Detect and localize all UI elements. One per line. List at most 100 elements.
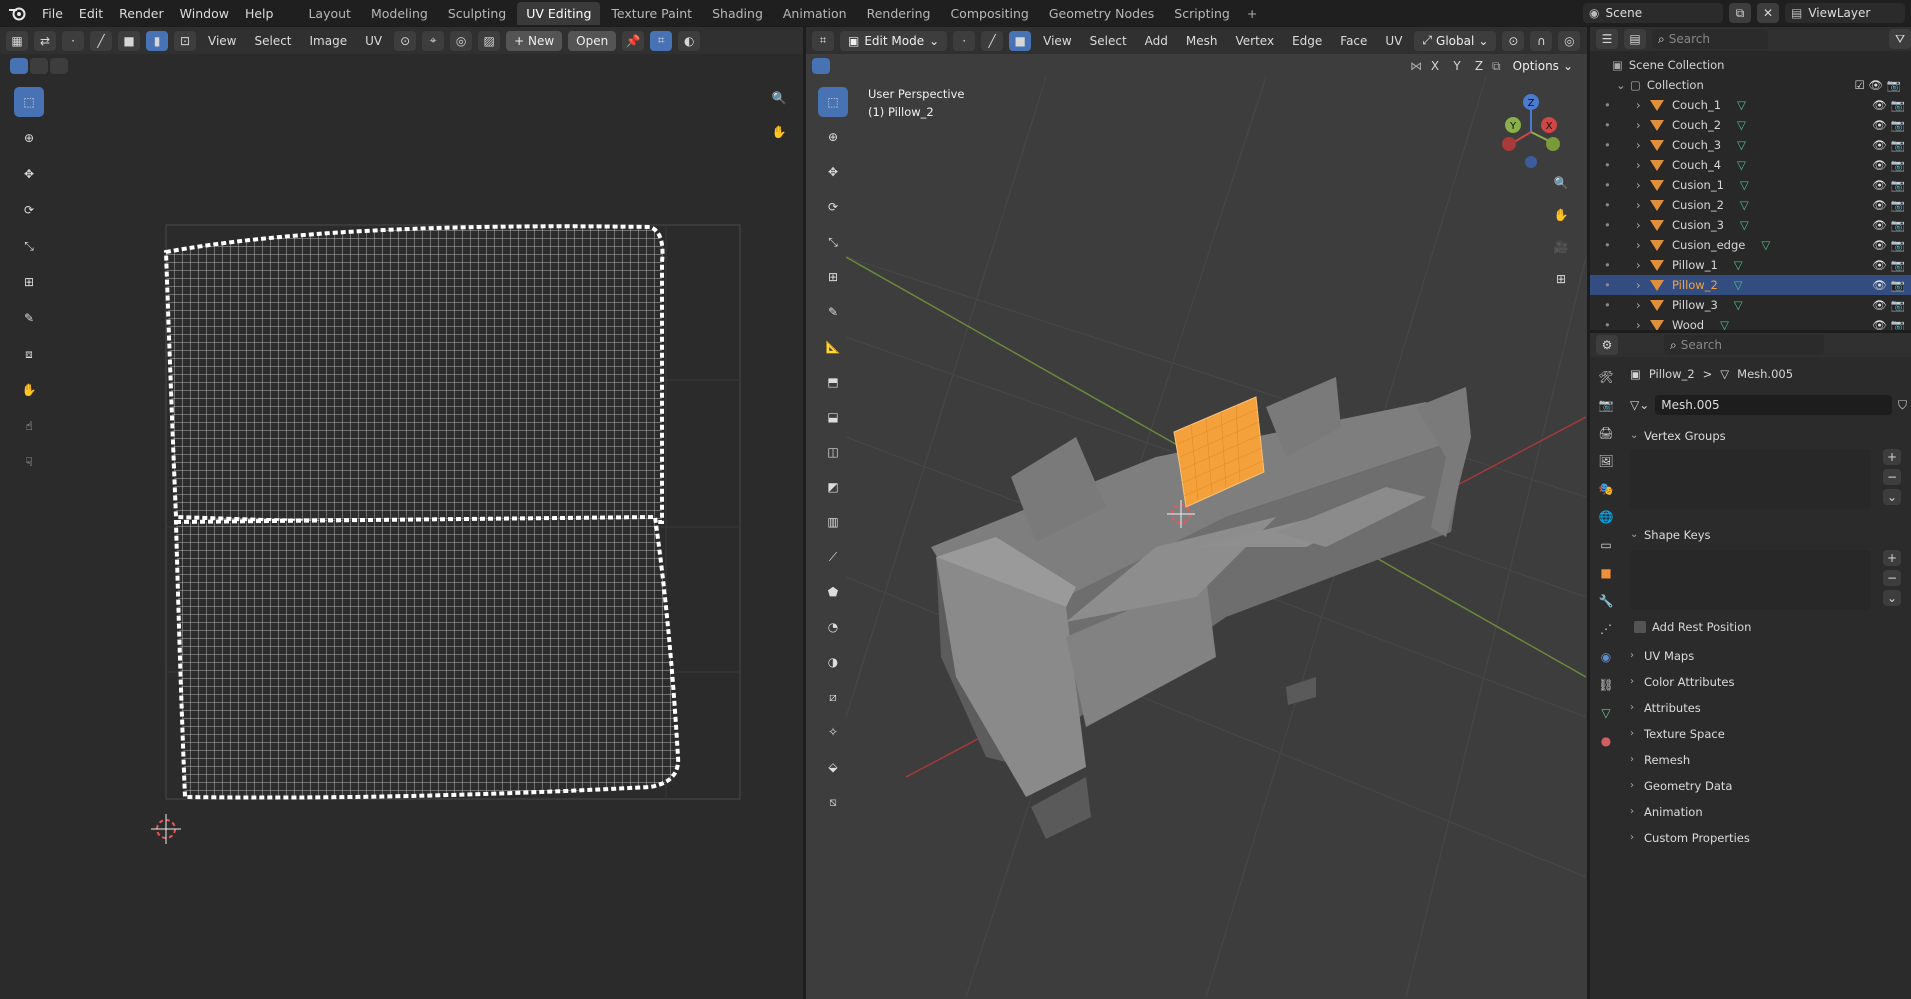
outliner-item[interactable]: • › Cusion_2 ▽ 👁 📷 — [1590, 195, 1911, 215]
select-extend-icon[interactable] — [832, 58, 850, 74]
camera-icon[interactable]: 📷 — [1891, 118, 1905, 132]
face-mode-icon[interactable]: ■ — [1009, 30, 1032, 51]
orientation-dropdown[interactable]: ⤢ Global ⌄ — [1414, 30, 1497, 51]
outliner-item[interactable]: • › Cusion_3 ▽ 👁 📷 — [1590, 215, 1911, 235]
camera-icon[interactable]: 📷 — [1891, 198, 1905, 212]
select-extend-icon[interactable] — [30, 58, 48, 74]
uv-canvas[interactable] — [150, 222, 750, 862]
expand-arrow-icon[interactable]: › — [1636, 258, 1650, 272]
display-icon[interactable]: ◐ — [678, 30, 701, 51]
shape-keys-list[interactable] — [1630, 550, 1871, 610]
add-vertex-group-icon[interactable]: + — [1883, 449, 1901, 465]
visibility-dot-icon[interactable]: • — [1604, 98, 1624, 112]
tab-shading[interactable]: Shading — [703, 2, 772, 25]
visibility-dot-icon[interactable]: • — [1604, 158, 1624, 172]
open-image-button[interactable]: Open — [568, 30, 617, 51]
options-dropdown[interactable]: Options ⌄ — [1504, 57, 1581, 75]
camera-icon[interactable]: 📷 — [1891, 318, 1905, 330]
camera-view-icon[interactable]: 🎥 — [1548, 234, 1574, 260]
viewport-menu-face[interactable]: Face — [1334, 34, 1373, 48]
visibility-dot-icon[interactable]: • — [1604, 178, 1624, 192]
property-section-header[interactable]: › Animation — [1630, 801, 1911, 823]
bevel-tool-icon[interactable]: ◩ — [818, 472, 848, 502]
viewport-menu-select[interactable]: Select — [1084, 34, 1133, 48]
visibility-dot-icon[interactable]: • — [1604, 278, 1624, 292]
select-box-tool-icon[interactable]: ⬚ — [14, 87, 44, 117]
vertex-groups-list[interactable] — [1630, 449, 1871, 509]
rip-tool-icon[interactable]: ⧈ — [14, 339, 44, 369]
add-shape-key-icon[interactable]: + — [1883, 550, 1901, 566]
uv-menu-image[interactable]: Image — [304, 34, 354, 48]
eye-icon[interactable]: 👁 — [1872, 98, 1887, 112]
pin-icon[interactable]: 📌 — [622, 30, 645, 51]
select-subtract-icon[interactable] — [50, 58, 68, 74]
viewport-menu-vertex[interactable]: Vertex — [1230, 34, 1281, 48]
new-image-button[interactable]: + New — [506, 30, 563, 51]
viewport-menu-mesh[interactable]: Mesh — [1180, 34, 1224, 48]
add-workspace-button[interactable]: + — [1241, 2, 1263, 25]
visibility-dot-icon[interactable]: • — [1604, 318, 1624, 330]
uv-menu-select[interactable]: Select — [248, 34, 297, 48]
eye-icon[interactable]: 👁 — [1872, 198, 1887, 212]
expand-arrow-icon[interactable]: › — [1636, 238, 1650, 252]
rotate-tool-icon[interactable]: ⟳ — [14, 195, 44, 225]
filter-icon[interactable]: ⛛ — [1889, 29, 1911, 49]
add-rest-position-checkbox[interactable] — [1634, 621, 1646, 633]
delete-scene-icon[interactable]: ✕ — [1757, 3, 1779, 23]
uv-overlay-icon[interactable]: ⌗ — [650, 30, 673, 51]
snap-magnet-icon[interactable]: ∩ — [1530, 30, 1553, 51]
remove-shape-key-icon[interactable]: − — [1883, 570, 1901, 586]
tab-texture-paint[interactable]: Texture Paint — [602, 2, 701, 25]
checkbox-icon[interactable]: ☑ 👁 📷 — [1854, 78, 1901, 92]
expand-arrow-icon[interactable]: › — [1636, 138, 1650, 152]
pan-icon[interactable]: ✋ — [1548, 202, 1574, 228]
camera-icon[interactable]: 📷 — [1891, 138, 1905, 152]
outliner-item[interactable]: • › Pillow_1 ▽ 👁 📷 — [1590, 255, 1911, 275]
menu-render[interactable]: Render — [111, 6, 172, 21]
vertex-mode-icon[interactable]: · — [953, 30, 976, 51]
expand-arrow-icon[interactable]: › — [1636, 198, 1650, 212]
vertex-groups-panel-header[interactable]: ⌄ Vertex Groups — [1630, 425, 1911, 447]
proportional-icon[interactable]: ◎ — [450, 30, 473, 51]
mirror-z-button[interactable]: Z — [1470, 57, 1489, 75]
physics-tab-icon[interactable]: ◉ — [1594, 645, 1618, 669]
eye-icon[interactable]: 👁 — [1872, 218, 1887, 232]
select-invert-icon[interactable] — [872, 58, 890, 74]
pivot-point-icon[interactable]: ⊙ — [1502, 30, 1525, 51]
modifier-tab-icon[interactable]: 🔧 — [1594, 589, 1618, 613]
uv-2d-cursor-icon[interactable] — [151, 814, 181, 844]
remove-vertex-group-icon[interactable]: − — [1883, 469, 1901, 485]
pan-icon[interactable]: ✋ — [766, 119, 792, 145]
extrude-tool-icon[interactable]: ⬓ — [818, 402, 848, 432]
add-cube-tool-icon[interactable]: ⬒ — [818, 367, 848, 397]
expand-arrow-icon[interactable]: › — [1636, 218, 1650, 232]
property-section-header[interactable]: › Texture Space — [1630, 723, 1911, 745]
select-subtract-icon[interactable] — [852, 58, 870, 74]
scene-tab-icon[interactable]: 🎭 — [1594, 477, 1618, 501]
shear-tool-icon[interactable]: ⬙ — [818, 752, 848, 782]
mirror-x-button[interactable]: X — [1426, 57, 1445, 75]
uv-island-upper[interactable] — [163, 224, 665, 524]
island-select-icon[interactable]: ▮ — [146, 30, 168, 51]
breadcrumb-object[interactable]: Pillow_2 — [1649, 367, 1695, 381]
output-tab-icon[interactable]: 🖨 — [1594, 421, 1618, 445]
outliner-editor-type-icon[interactable]: ☰ — [1596, 29, 1618, 49]
grab-tool-icon[interactable]: ✋ — [14, 375, 44, 405]
outliner-item[interactable]: • › Pillow_2 ▽ 👁 📷 — [1590, 275, 1911, 295]
fake-user-shield-icon[interactable]: ⛉ — [1898, 398, 1907, 413]
camera-icon[interactable]: 📷 — [1891, 238, 1905, 252]
eye-icon[interactable]: 👁 — [1872, 278, 1887, 292]
world-tab-icon[interactable]: 🌐 — [1594, 505, 1618, 529]
cursor-tool-icon[interactable]: ⊕ — [818, 122, 848, 152]
navigation-gizmo[interactable]: Z Y X — [1491, 92, 1571, 182]
visibility-dot-icon[interactable]: • — [1604, 258, 1624, 272]
scale-tool-icon[interactable]: ⤡ — [14, 231, 44, 261]
mirror-y-button[interactable]: Y — [1448, 57, 1467, 75]
vertex-select-icon[interactable]: · — [62, 30, 84, 51]
tab-animation[interactable]: Animation — [774, 2, 856, 25]
tool-tab-icon[interactable]: 🛠 — [1594, 365, 1618, 389]
outliner-item[interactable]: • › Cusion_edge ▽ 👁 📷 — [1590, 235, 1911, 255]
collection-row[interactable]: ⌄ ▢ Collection ☑ 👁 📷 — [1590, 75, 1911, 95]
outliner-item[interactable]: • › Couch_3 ▽ 👁 📷 — [1590, 135, 1911, 155]
editor-type-icon[interactable]: ▦ — [6, 30, 28, 51]
